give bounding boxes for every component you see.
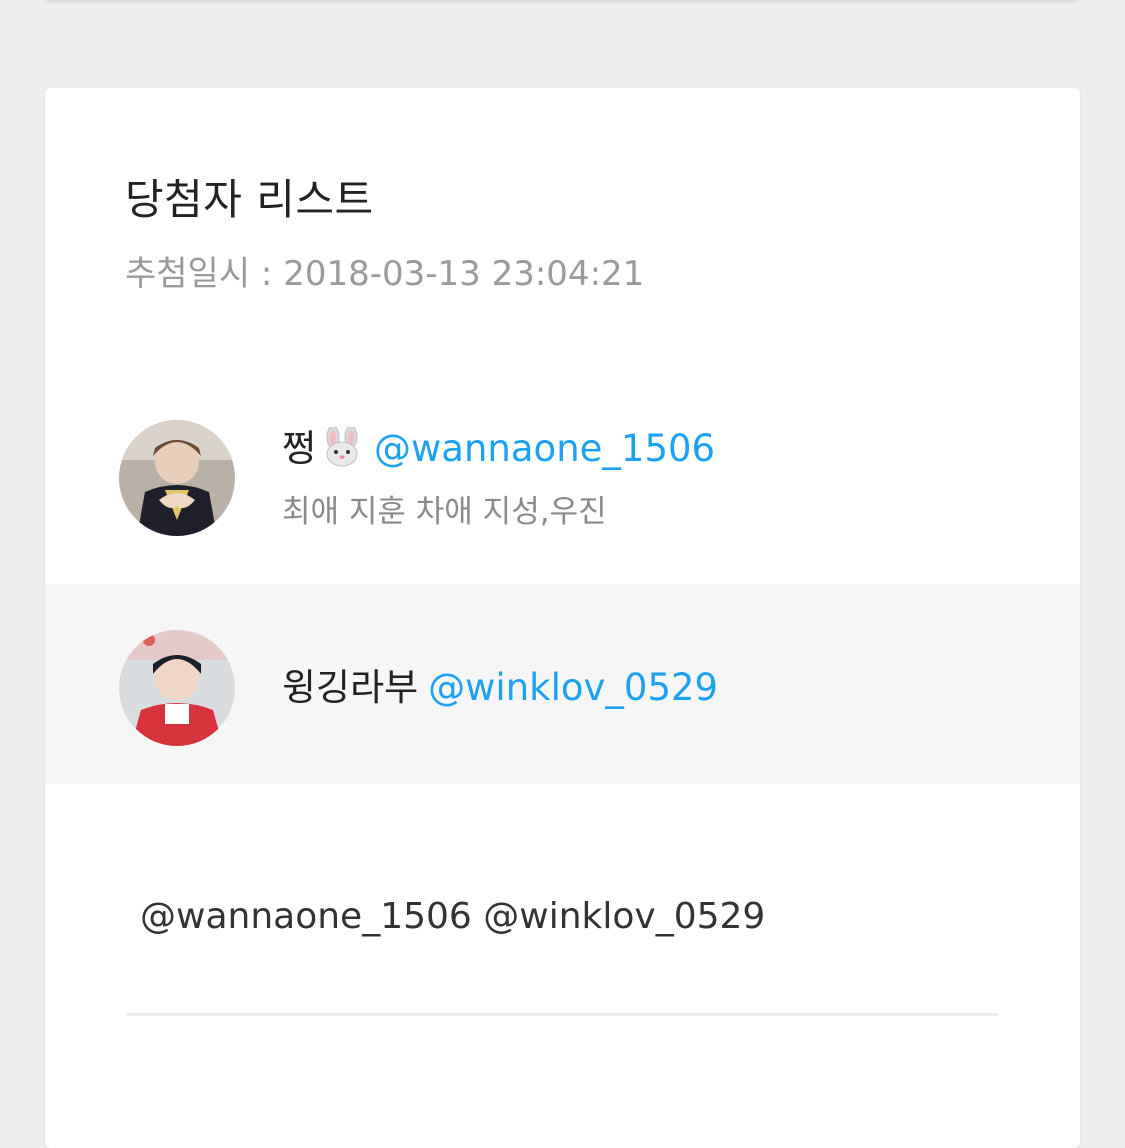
page-title: 당첨자 리스트 xyxy=(125,175,374,224)
winner-list-card: 당첨자 리스트 추첨일시 : 2018-03-13 23:04:21 쩡 @wa… xyxy=(45,88,1080,1148)
rabbit-face-icon xyxy=(320,425,364,476)
winner-name: 쩡 xyxy=(282,427,317,470)
mentions-text[interactable]: @wannaone_1506 @winklov_0529 xyxy=(140,896,765,937)
avatar[interactable] xyxy=(119,420,235,536)
winner-row[interactable]: 윙깅라부 @winklov_0529 xyxy=(45,584,1080,784)
winner-bio: 최애 지훈 차애 지성,우진 xyxy=(282,494,607,530)
winner-row[interactable]: 쩡 @wannaone_1506 최애 지훈 차애 지성,우진 xyxy=(45,378,1080,584)
avatar-image xyxy=(119,630,235,746)
winner-handle-link[interactable]: @wannaone_1506 xyxy=(374,427,715,470)
winner-handle-link[interactable]: @winklov_0529 xyxy=(428,666,718,709)
winner-name: 윙깅라부 xyxy=(282,666,419,709)
draw-date: 추첨일시 : 2018-03-13 23:04:21 xyxy=(125,254,645,294)
winner-name-line: 쩡 @wannaone_1506 xyxy=(282,418,715,476)
avatar-image xyxy=(119,420,235,536)
avatar[interactable] xyxy=(119,630,235,746)
divider xyxy=(127,1013,998,1016)
winner-name-line: 윙깅라부 @winklov_0529 xyxy=(282,657,718,711)
